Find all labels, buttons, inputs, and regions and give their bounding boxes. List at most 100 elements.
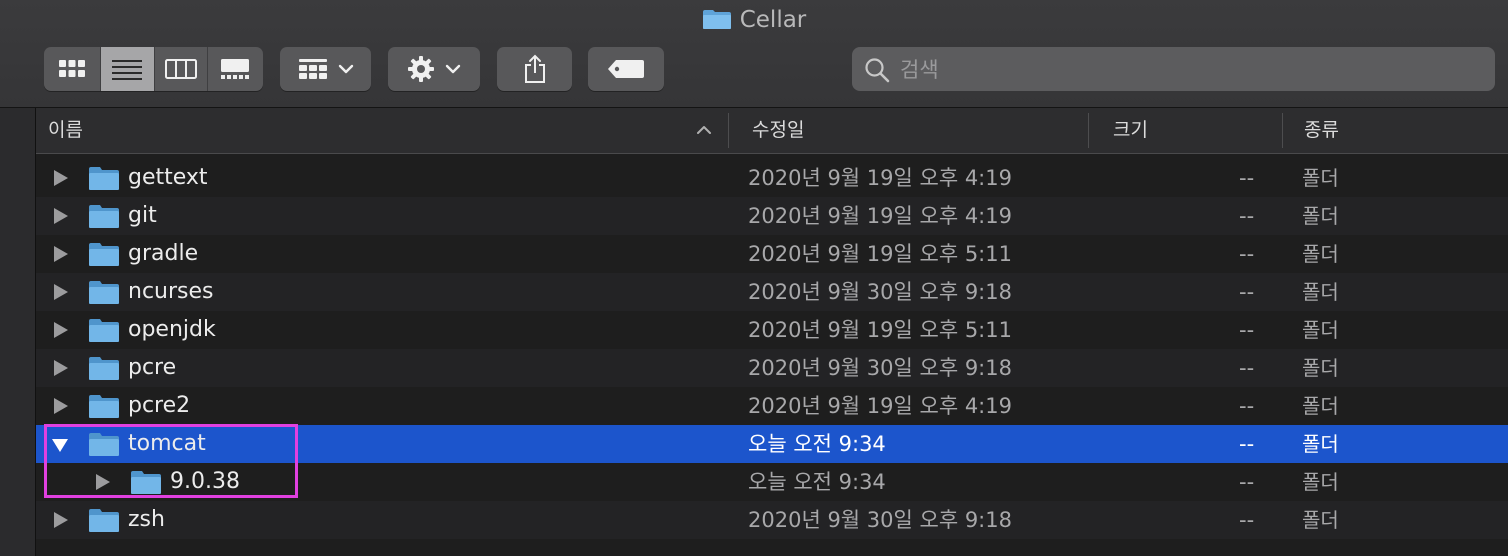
file-date: 2020년 9월 19일 오후 5:11 (748, 242, 1012, 266)
gallery-view-button[interactable] (208, 47, 263, 91)
folder-icon (89, 281, 119, 304)
file-size: -- (1239, 166, 1255, 190)
column-divider[interactable] (728, 113, 729, 148)
file-date: 오늘 오전 9:34 (748, 432, 886, 456)
disclosure-collapsed-icon[interactable] (54, 208, 68, 224)
group-grid-icon (298, 59, 327, 79)
list-icon (112, 60, 143, 80)
file-size: -- (1239, 318, 1255, 342)
file-date: 2020년 9월 30일 오후 9:18 (748, 280, 1012, 304)
file-size: -- (1239, 470, 1255, 494)
file-date: 2020년 9월 19일 오후 4:19 (748, 394, 1012, 418)
search-input[interactable] (898, 47, 1482, 93)
file-name: git (128, 203, 157, 228)
column-date-header[interactable]: 수정일 (752, 108, 804, 153)
disclosure-collapsed-icon[interactable] (54, 284, 68, 300)
folder-icon (131, 471, 161, 494)
file-name: pcre2 (128, 393, 191, 418)
file-name: tomcat (128, 431, 206, 456)
file-kind: 폴더 (1302, 242, 1339, 266)
table-row[interactable]: ncurses 2020년 9월 30일 오후 9:18 -- 폴더 (36, 273, 1508, 311)
disclosure-collapsed-icon[interactable] (54, 398, 68, 414)
disclosure-collapsed-icon[interactable] (54, 246, 68, 262)
chevron-down-icon (445, 64, 461, 74)
file-kind: 폴더 (1302, 318, 1339, 342)
tag-button[interactable] (588, 47, 664, 91)
file-size: -- (1239, 394, 1255, 418)
file-name: gradle (128, 241, 199, 266)
icon-view-button[interactable] (44, 47, 102, 91)
table-row[interactable]: pcre2 2020년 9월 19일 오후 4:19 -- 폴더 (36, 387, 1508, 425)
table-row[interactable]: zsh 2020년 9월 30일 오후 9:18 -- 폴더 (36, 501, 1508, 539)
file-name: zsh (128, 507, 165, 532)
window-title-bar: Cellar (0, 5, 1508, 35)
disclosure-collapsed-icon[interactable] (54, 512, 68, 528)
share-button[interactable] (497, 47, 572, 91)
file-date: 2020년 9월 19일 오후 4:19 (748, 166, 1012, 190)
disclosure-collapsed-icon[interactable] (54, 322, 68, 338)
file-name: 9.0.38 (170, 469, 240, 494)
table-row[interactable]: openjdk 2020년 9월 19일 오후 5:11 -- 폴더 (36, 311, 1508, 349)
file-kind: 폴더 (1302, 470, 1339, 494)
folder-icon (89, 395, 119, 418)
table-row[interactable]: gradle 2020년 9월 19일 오후 5:11 -- 폴더 (36, 235, 1508, 273)
file-name: openjdk (128, 317, 216, 342)
gear-icon (408, 56, 434, 82)
column-kind-header[interactable]: 종류 (1304, 108, 1339, 153)
folder-icon (89, 433, 119, 456)
folder-icon (89, 205, 119, 228)
search-field[interactable] (852, 47, 1495, 93)
finder-window: Cellar 검색 이름 수정일 크기 종류 gettext 2020년 9월 … (0, 0, 1508, 556)
file-date: 2020년 9월 30일 오후 9:18 (748, 508, 1012, 532)
table-row[interactable]: gettext 2020년 9월 19일 오후 4:19 -- 폴더 (36, 159, 1508, 197)
folder-icon (89, 243, 119, 266)
tag-icon (608, 60, 644, 78)
toolbar: Cellar (0, 0, 1508, 108)
list-view-button[interactable] (101, 47, 155, 91)
table-row[interactable]: pcre 2020년 9월 30일 오후 9:18 -- 폴더 (36, 349, 1508, 387)
folder-icon (89, 167, 119, 190)
file-list: gettext 2020년 9월 19일 오후 4:19 -- 폴더 git 2020년… (36, 159, 1508, 539)
table-row[interactable]: git 2020년 9월 19일 오후 4:19 -- 폴더 (36, 197, 1508, 235)
file-date: 2020년 9월 30일 오후 9:18 (748, 356, 1012, 380)
disclosure-collapsed-icon[interactable] (96, 474, 110, 490)
group-button[interactable] (280, 47, 371, 91)
column-view-button[interactable] (155, 47, 208, 91)
folder-icon (89, 357, 119, 380)
file-kind: 폴더 (1302, 394, 1339, 418)
action-button[interactable] (388, 47, 480, 91)
table-row[interactable]: tomcat 오늘 오전 9:34 -- 폴더 (36, 425, 1508, 463)
columns-icon (164, 59, 197, 79)
file-name: ncurses (128, 279, 214, 304)
column-name-header[interactable]: 이름 (48, 108, 83, 153)
disclosure-collapsed-icon[interactable] (54, 170, 68, 186)
view-mode-control (44, 47, 263, 91)
window-title: Cellar (739, 7, 807, 33)
file-kind: 폴더 (1302, 508, 1339, 532)
file-name: pcre (128, 355, 177, 380)
file-size: -- (1239, 242, 1255, 266)
file-date: 2020년 9월 19일 오후 4:19 (748, 204, 1012, 228)
file-size: -- (1239, 280, 1255, 304)
column-size-header[interactable]: 크기 (1113, 108, 1148, 153)
share-icon (524, 54, 545, 83)
search-icon (865, 58, 890, 83)
grid-icon (59, 60, 86, 77)
column-divider[interactable] (1088, 113, 1089, 148)
column-divider[interactable] (1282, 113, 1283, 148)
table-row[interactable]: 9.0.38 오늘 오전 9:34 -- 폴더 (36, 463, 1508, 501)
file-size: -- (1239, 356, 1255, 380)
chevron-down-icon (338, 64, 353, 74)
gallery-icon (221, 59, 250, 79)
file-kind: 폴더 (1302, 356, 1339, 380)
folder-icon (702, 8, 732, 30)
chevron-up-icon[interactable] (696, 124, 712, 135)
folder-icon (89, 319, 119, 342)
sidebar-edge (0, 108, 36, 556)
disclosure-expanded-icon[interactable] (52, 439, 68, 452)
file-size: -- (1239, 204, 1255, 228)
file-date: 2020년 9월 19일 오후 5:11 (748, 318, 1012, 342)
file-kind: 폴더 (1302, 166, 1339, 190)
disclosure-collapsed-icon[interactable] (54, 360, 68, 376)
file-size: -- (1239, 508, 1255, 532)
